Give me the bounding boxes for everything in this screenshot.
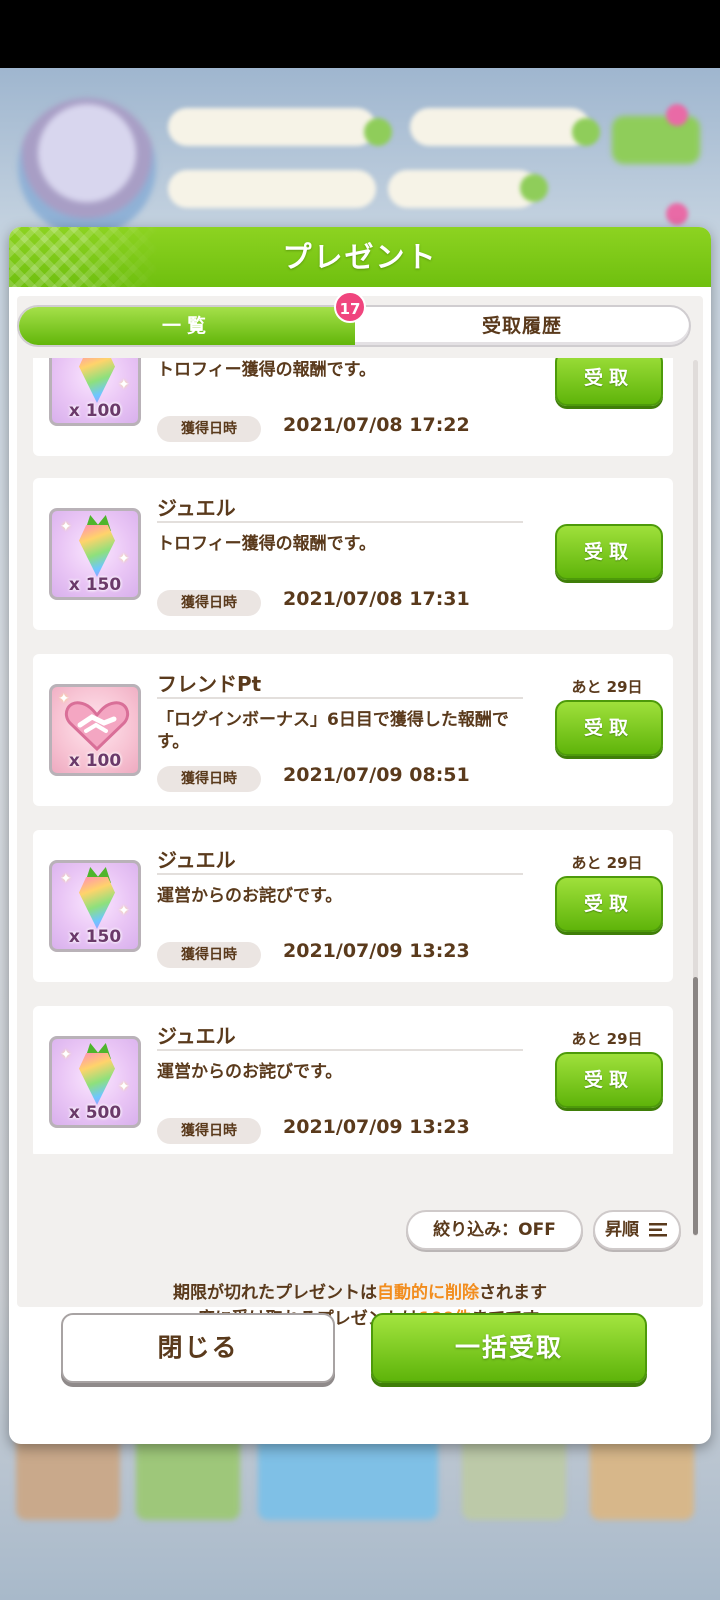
sort-lines-icon: [649, 1223, 667, 1237]
item-name: ジュエル: [157, 1024, 236, 1048]
date-value: 2021/07/08 17:31: [283, 588, 470, 610]
sparkle-icon: ✦: [58, 691, 70, 707]
dialog-title: プレゼント: [282, 240, 438, 274]
gem-icon: [79, 525, 115, 577]
date-value: 2021/07/09 08:51: [283, 764, 470, 786]
jewel-icon: ✦ ✦ x 500: [49, 1036, 141, 1128]
bulk-receive-button[interactable]: 一括受取: [371, 1313, 647, 1383]
scrollbar-thumb[interactable]: [693, 977, 698, 1235]
gem-icon: [79, 1053, 115, 1105]
item-description: 運営からのお詫びです。: [157, 886, 343, 906]
sparkle-icon: ✦: [118, 903, 130, 919]
receive-button[interactable]: 受取: [555, 524, 663, 580]
sparkle-icon: ✦: [118, 377, 130, 393]
date-label: 獲得日時: [157, 766, 261, 792]
close-button[interactable]: 閉じる: [61, 1313, 335, 1383]
notice-text: 期限が切れたプレゼントは: [173, 1283, 377, 1303]
jewel-icon: ✦ ✦ x 100: [49, 358, 141, 426]
bg-plus-icon: [572, 118, 600, 146]
item-quantity: x 100: [68, 751, 122, 771]
unread-count-badge: 17: [334, 291, 366, 323]
heart-handshake-icon: [64, 701, 130, 751]
notice-expiry: 期限が切れたプレゼントは自動的に削除されます: [9, 1278, 711, 1303]
tab-list[interactable]: 一覧: [19, 307, 355, 345]
tab-history[interactable]: 受取履歴: [355, 307, 689, 345]
bg-stat-bar: [388, 170, 538, 208]
date-label: 獲得日時: [157, 1118, 261, 1144]
remaining-days: あと 29日: [571, 854, 643, 872]
notice-highlight: 自動的に削除: [377, 1283, 479, 1303]
item-quantity: x 150: [68, 927, 122, 947]
date-label: 獲得日時: [157, 416, 261, 442]
date-value: 2021/07/08 17:22: [283, 414, 470, 436]
bg-notification-dot: [666, 104, 688, 126]
rank-emblem: [18, 98, 156, 236]
receive-button[interactable]: 受取: [555, 358, 663, 406]
date-value: 2021/07/09 13:23: [283, 1116, 470, 1138]
bg-stat-bar: [168, 108, 376, 146]
bg-plus-icon: [364, 118, 392, 146]
dialog-header: プレゼント: [9, 227, 711, 287]
bg-plus-icon: [520, 174, 548, 202]
sparkle-icon: ✦: [60, 519, 72, 535]
item-description: トロフィー獲得の報酬です。: [157, 360, 376, 380]
date-label: 獲得日時: [157, 590, 261, 616]
present-item: ✦ ✦ x 500 ジュエル 運営からのお詫びです。 獲得日時 2021/07/…: [33, 1006, 673, 1154]
divider: [157, 697, 523, 699]
divider: [157, 1049, 523, 1051]
sparkle-icon: ✦: [60, 1047, 72, 1063]
remaining-days: あと 29日: [571, 1030, 643, 1048]
item-quantity: x 150: [68, 575, 122, 595]
item-description: 「ログインボーナス」6日目で獲得した報酬です。: [157, 710, 509, 752]
gem-icon: [79, 358, 115, 403]
item-description: トロフィー獲得の報酬です。: [157, 534, 376, 554]
present-dialog: プレゼント 一覧 受取履歴 17 ✦ ✦ x 100 トロフィー獲得の報酬です。…: [9, 227, 711, 1444]
remaining-days: あと 29日: [571, 678, 643, 696]
present-item: ✦ ✦ x 100 トロフィー獲得の報酬です。 獲得日時 2021/07/08 …: [33, 358, 673, 456]
notice-text: されます: [479, 1283, 547, 1303]
item-quantity: x 500: [68, 1103, 122, 1123]
sort-label: 昇順: [605, 1220, 639, 1240]
handshake-icon: ✦ x 100: [49, 684, 141, 776]
receive-button[interactable]: 受取: [555, 876, 663, 932]
receive-button[interactable]: 受取: [555, 700, 663, 756]
item-name: ジュエル: [157, 848, 236, 872]
sort-button[interactable]: 昇順: [593, 1210, 681, 1250]
item-name: フレンドPt: [157, 672, 262, 696]
date-value: 2021/07/09 13:23: [283, 940, 470, 962]
present-item: ✦ ✦ x 150 ジュエル トロフィー獲得の報酬です。 獲得日時 2021/0…: [33, 478, 673, 630]
present-list[interactable]: ✦ ✦ x 100 トロフィー獲得の報酬です。 獲得日時 2021/07/08 …: [33, 358, 673, 1154]
gem-icon: [79, 877, 115, 929]
bg-stat-bar: [168, 170, 376, 208]
tab-bar: 一覧 受取履歴 17: [17, 291, 691, 347]
receive-button[interactable]: 受取: [555, 1052, 663, 1108]
bg-notification-dot: [666, 203, 688, 225]
item-description: 運営からのお詫びです。: [157, 1062, 343, 1082]
divider: [157, 873, 523, 875]
date-label: 獲得日時: [157, 942, 261, 968]
sparkle-icon: ✦: [60, 871, 72, 887]
jewel-icon: ✦ ✦ x 150: [49, 860, 141, 952]
sparkle-icon: ✦: [60, 358, 72, 361]
divider: [157, 521, 523, 523]
filter-button[interactable]: 絞り込み：OFF: [406, 1210, 583, 1250]
present-item: ✦ x 100 フレンドPt 「ログインボーナス」6日目で獲得した報酬です。 獲…: [33, 654, 673, 806]
sparkle-icon: ✦: [118, 1079, 130, 1095]
present-item: ✦ ✦ x 150 ジュエル 運営からのお詫びです。 獲得日時 2021/07/…: [33, 830, 673, 982]
jewel-icon: ✦ ✦ x 150: [49, 508, 141, 600]
bg-menu-button: [612, 116, 700, 164]
item-name: ジュエル: [157, 496, 236, 520]
item-quantity: x 100: [68, 401, 122, 421]
bg-stat-bar: [410, 108, 590, 146]
sparkle-icon: ✦: [118, 551, 130, 567]
